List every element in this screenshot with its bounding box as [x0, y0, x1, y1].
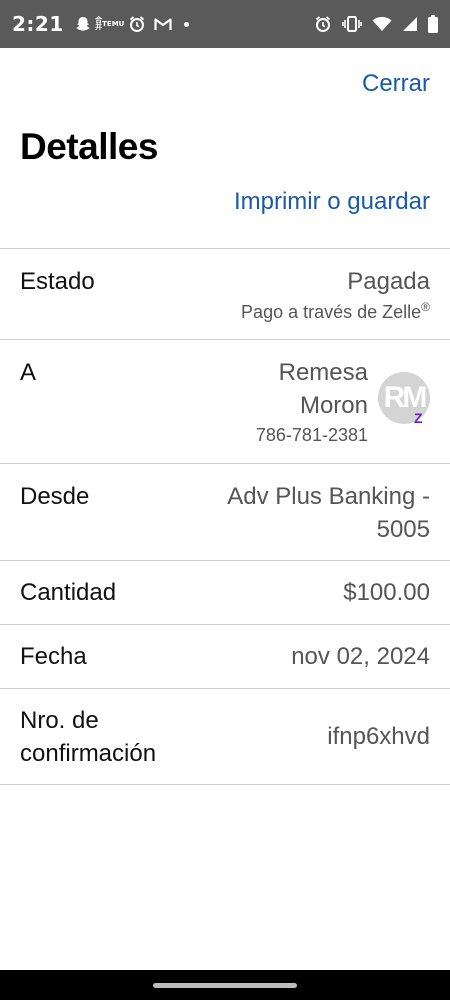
date-label: Fecha [20, 643, 87, 670]
payment-method-text: Pago a través de Zelle [241, 302, 422, 322]
battery-icon [428, 15, 438, 33]
recipient-phone: 786-781-2381 [255, 425, 368, 445]
date-value: nov 02, 2024 [291, 643, 430, 670]
divider [0, 463, 450, 464]
confirmation-label-line1: Nro. de [20, 707, 99, 734]
amount-value: $100.00 [343, 579, 430, 606]
system-icons [314, 15, 438, 33]
vibrate-icon [342, 15, 362, 33]
recipient-label: A [20, 359, 37, 386]
close-button[interactable]: Cerrar [362, 70, 430, 98]
registered-mark: ® [421, 300, 430, 314]
status-label: Estado [20, 268, 95, 295]
status-bar: 2:21 合并 TEMU [0, 0, 450, 48]
signal-icon [402, 16, 418, 32]
zelle-badge-icon: Z [414, 410, 423, 426]
alarm-icon [314, 15, 332, 33]
notification-icons: 合并 TEMU [74, 15, 189, 33]
alarm-icon [128, 15, 146, 33]
divider [0, 624, 450, 625]
amount-label: Cantidad [20, 579, 117, 606]
divider [0, 560, 450, 561]
temu-bottom-text: TEMU [102, 19, 125, 28]
from-account-line1: Adv Plus Banking - [227, 483, 430, 510]
divider [0, 784, 450, 785]
wifi-icon [372, 16, 392, 32]
home-gesture-handle[interactable] [153, 983, 297, 988]
gmail-icon [154, 17, 172, 31]
from-account-line2: 5005 [376, 516, 430, 543]
more-notifications-dot-icon [183, 21, 189, 27]
recipient-name-line1: Remesa [278, 359, 368, 386]
divider [0, 248, 450, 249]
divider [0, 688, 450, 689]
temu-top-text: 合并 [95, 16, 103, 31]
print-or-save-button[interactable]: Imprimir o guardar [234, 188, 430, 216]
confirmation-number: ifnp6xhvd [327, 723, 430, 750]
status-time: 2:21 [12, 12, 64, 36]
snapchat-icon [74, 15, 92, 33]
payment-method: Pago a través de Zelle® [241, 300, 430, 323]
status-value: Pagada [347, 268, 430, 295]
from-label: Desde [20, 483, 90, 510]
confirmation-label-line2: confirmación [20, 740, 157, 767]
page-title: Detalles [20, 126, 158, 167]
divider [0, 339, 450, 340]
recipient-name-line2: Moron [299, 392, 368, 419]
temu-icon: 合并 TEMU [95, 17, 124, 31]
